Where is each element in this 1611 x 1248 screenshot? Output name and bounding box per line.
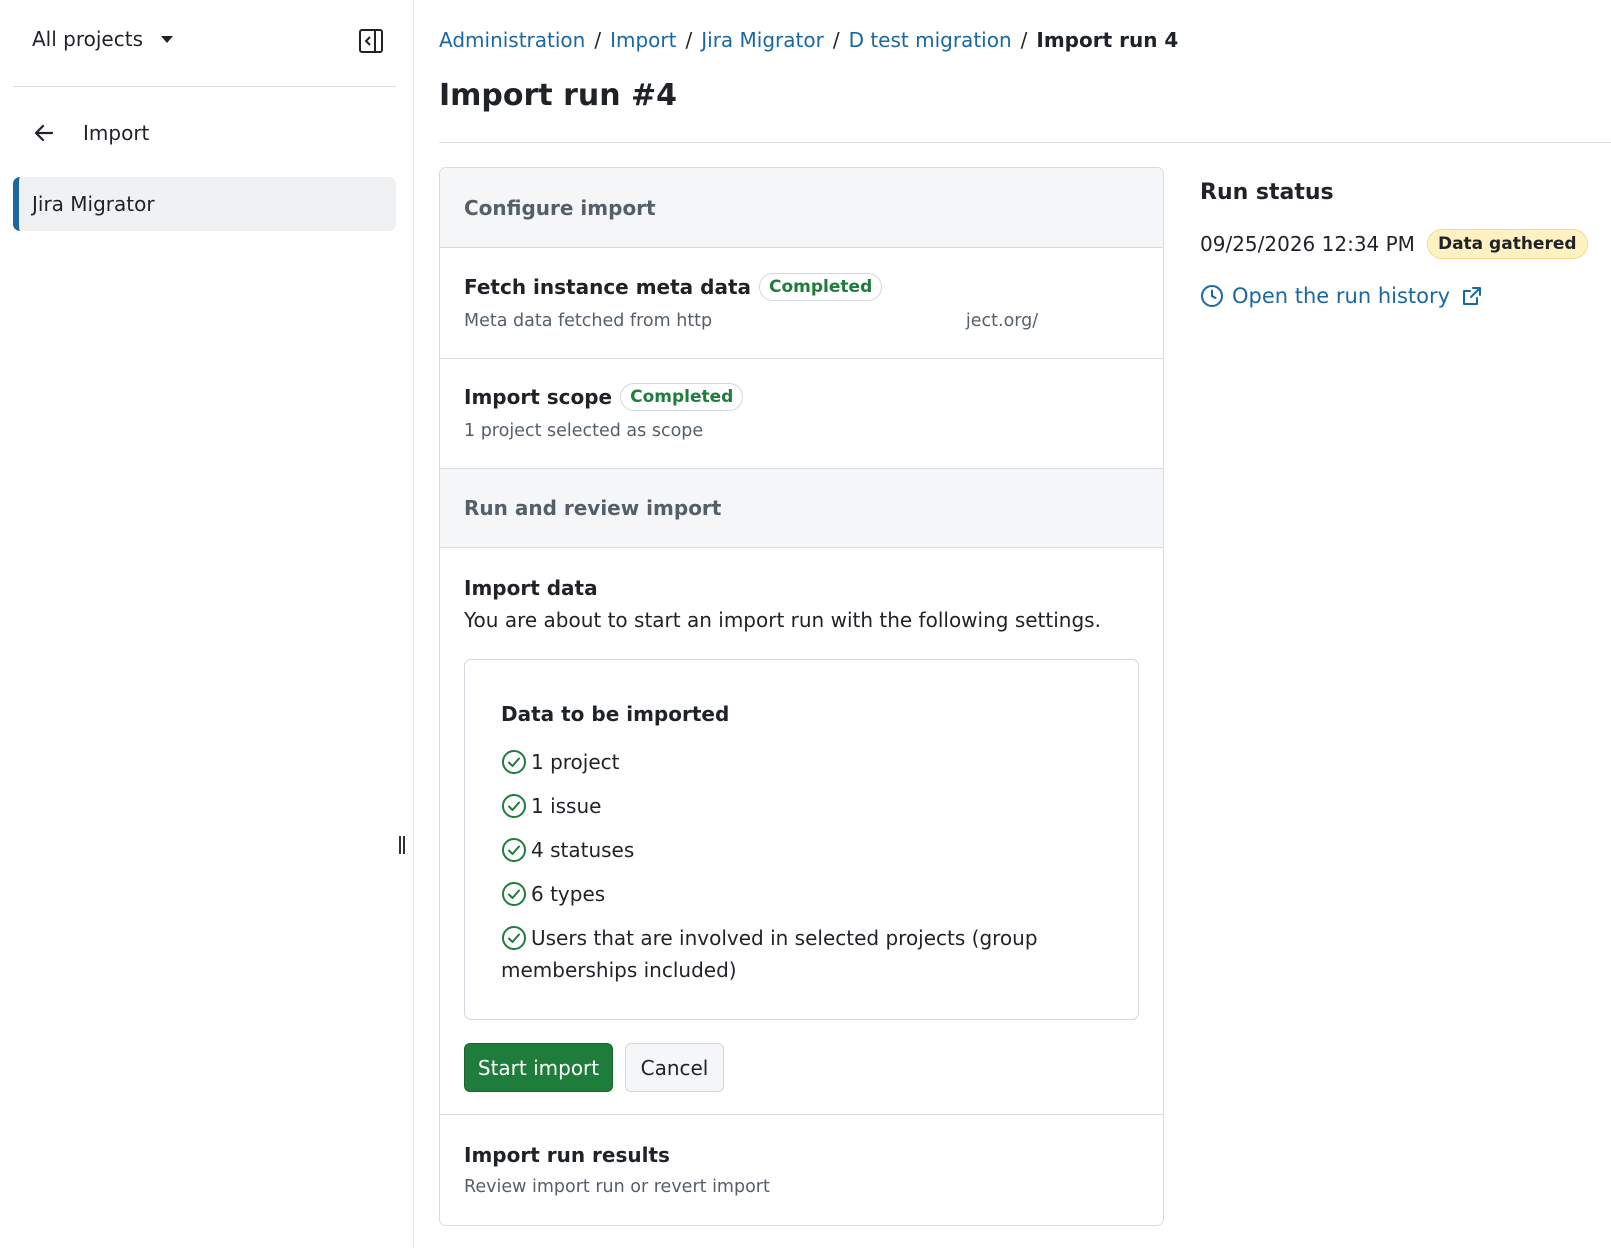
configure-import-heading: Configure import (440, 168, 1163, 248)
list-item: 4 statuses (501, 834, 1101, 866)
breadcrumb-import[interactable]: Import (610, 28, 676, 52)
sidebar-resize-handle[interactable] (398, 836, 406, 854)
breadcrumb-d-test-migration[interactable]: D test migration (849, 28, 1012, 52)
back-label: Import (83, 121, 150, 145)
check-circle-icon (502, 838, 526, 862)
step-subtitle: Review import run or revert import (464, 1177, 770, 1197)
breadcrumb-separator: / (594, 28, 602, 52)
sidebar-collapse-icon[interactable] (358, 28, 384, 54)
breadcrumb: Administration / Import / Jira Migrator … (439, 28, 1178, 52)
run-review-heading: Run and review import (440, 468, 1163, 548)
check-circle-icon (502, 882, 526, 906)
breadcrumb-separator: / (832, 28, 840, 52)
step-import-run-results: Import run results Review import run or … (464, 1143, 770, 1197)
list-item: 6 types (501, 878, 1101, 910)
project-selector-label: All projects (32, 27, 143, 51)
run-timestamp: 09/25/2026 12:34 PM (1200, 232, 1415, 256)
step-subtitle: 1 project selected as scope (464, 421, 704, 441)
history-link-label: Open the run history (1232, 284, 1451, 308)
arrow-left-icon (34, 124, 54, 142)
sidebar-item-label: Jira Migrator (32, 192, 155, 216)
cancel-button[interactable]: Cancel (625, 1043, 724, 1092)
step-title: Import run results (464, 1143, 670, 1167)
run-status-row: 09/25/2026 12:34 PM Data gathered (1200, 229, 1588, 259)
check-circle-icon (502, 794, 526, 818)
caret-down-icon (161, 35, 173, 43)
project-selector[interactable]: All projects (32, 27, 173, 51)
breadcrumb-separator: / (685, 28, 693, 52)
list-item: 1 project (501, 746, 1101, 778)
step-title: Import scope (464, 385, 613, 409)
divider (440, 358, 1163, 359)
step-fetch-meta-data: Fetch instance meta data Completed Meta … (464, 273, 1038, 331)
list-item: Users that are involved in selected proj… (501, 926, 1038, 982)
status-badge: Completed (620, 383, 744, 411)
import-summary-box: Data to be imported 1 project 1 issue 4 … (464, 659, 1139, 1020)
summary-title: Data to be imported (501, 702, 730, 726)
breadcrumb-administration[interactable]: Administration (439, 28, 585, 52)
start-import-button[interactable]: Start import (464, 1043, 613, 1092)
back-to-import-link[interactable]: Import (33, 121, 149, 145)
sidebar: All projects Import Jira Migrator (0, 0, 414, 1248)
page-title: Import run #4 (439, 78, 678, 113)
run-status-title: Run status (1200, 180, 1334, 205)
sidebar-divider (13, 86, 396, 87)
import-data-title: Import data (464, 576, 598, 600)
status-badge: Completed (759, 273, 883, 301)
breadcrumb-jira-migrator[interactable]: Jira Migrator (701, 28, 824, 52)
check-circle-icon (502, 750, 526, 774)
divider (440, 1114, 1163, 1115)
sidebar-item-jira-migrator[interactable]: Jira Migrator (13, 177, 396, 231)
external-link-icon (1463, 287, 1482, 305)
import-data-description: You are about to start an import run wit… (464, 608, 1101, 632)
breadcrumb-current: Import run 4 (1036, 28, 1179, 52)
breadcrumb-separator: / (1020, 28, 1028, 52)
check-circle-icon (502, 926, 526, 950)
import-run-panel: Configure import Fetch instance meta dat… (439, 167, 1164, 1226)
summary-list: 1 project 1 issue 4 statuses 6 types Use… (501, 746, 1101, 998)
step-subtitle: Meta data fetched from http ject.org/ (464, 311, 1039, 331)
step-import-scope: Import scope Completed 1 project selecte… (464, 383, 744, 441)
open-run-history-link[interactable]: Open the run history (1200, 284, 1484, 308)
list-item: 1 issue (501, 790, 1101, 822)
title-divider (439, 142, 1611, 143)
step-title: Fetch instance meta data (464, 275, 752, 299)
clock-icon (1201, 285, 1223, 307)
status-badge: Data gathered (1426, 229, 1588, 259)
